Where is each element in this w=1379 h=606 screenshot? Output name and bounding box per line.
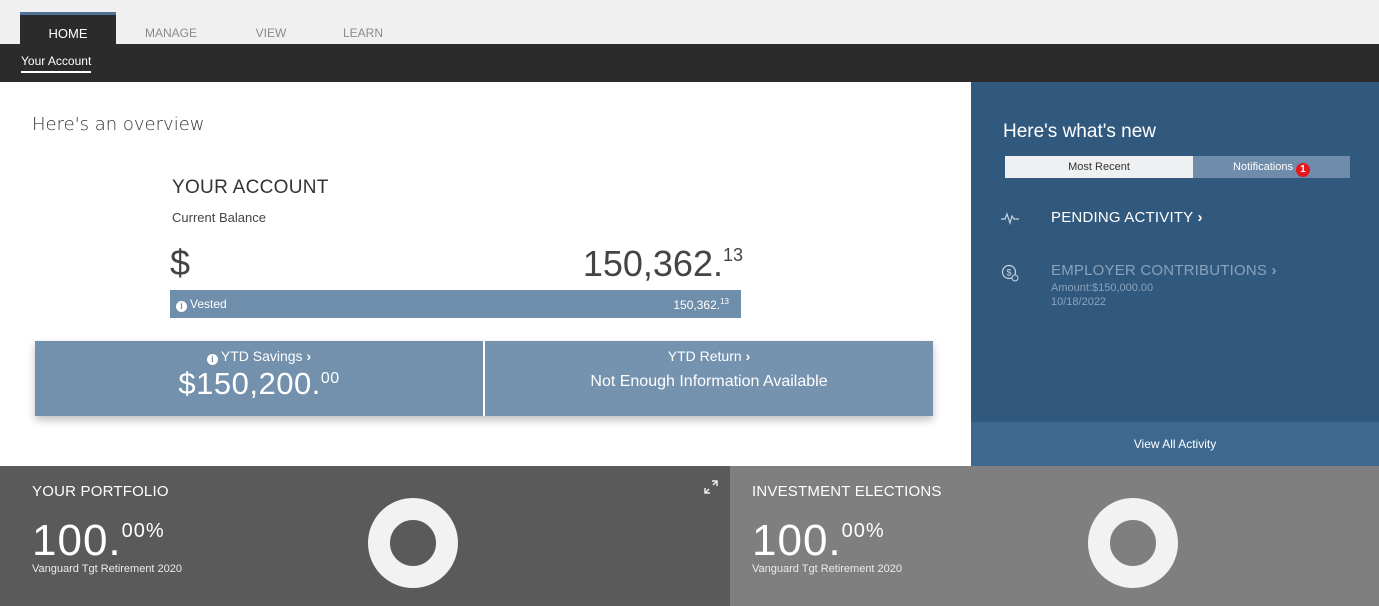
- tab-notifications[interactable]: Notifications 1: [1193, 156, 1350, 178]
- vested-cents: 13: [720, 297, 729, 306]
- balance-cents: 13: [722, 245, 743, 265]
- ytd-savings-cents: 00: [320, 370, 340, 387]
- pulse-icon: [1001, 211, 1019, 228]
- ytd-savings-caption: i YTD Savings ›: [35, 348, 483, 365]
- whats-new-panel: Here's what's new Most Recent Notificati…: [971, 82, 1379, 466]
- ytd-return-caption: YTD Return ›: [485, 348, 933, 364]
- chevron-right-icon: ›: [745, 348, 751, 364]
- elections-fund-name: Vanguard Tgt Retirement 2020: [752, 563, 903, 575]
- overview-title: Here's an overview: [32, 114, 205, 135]
- ytd-return-value: Not Enough Information Available: [590, 373, 828, 390]
- expand-icon[interactable]: [704, 480, 718, 497]
- dollar-coin-icon: $: [1001, 264, 1019, 285]
- ytd-savings-label: YTD Savings: [220, 348, 303, 364]
- elections-pct-main: 100.: [752, 516, 842, 565]
- pending-activity-text: PENDING ACTIVITY: [1051, 209, 1194, 226]
- ytd-savings-value: $150,200.00: [35, 366, 483, 402]
- notification-badge: 1: [1295, 163, 1310, 177]
- tab-view[interactable]: VIEW: [226, 15, 316, 44]
- employer-contributions-label: EMPLOYER CONTRIBUTIONS ›: [1051, 262, 1277, 279]
- currency-symbol: $: [170, 242, 191, 283]
- ytd-savings-main: $150,200.: [178, 366, 321, 401]
- chevron-right-icon: ›: [1271, 262, 1277, 279]
- employer-date: 10/18/2022: [1051, 296, 1107, 308]
- elections-pct-decimal: 00%: [841, 520, 885, 542]
- pending-activity-item[interactable]: PENDING ACTIVITY ›: [971, 209, 1379, 239]
- vested-label: Vested: [190, 297, 227, 311]
- whats-new-title: Here's what's new: [1003, 121, 1156, 142]
- view-all-activity-button[interactable]: View All Activity: [971, 422, 1379, 466]
- elections-title: INVESTMENT ELECTIONS: [752, 483, 942, 500]
- chevron-right-icon: ›: [306, 348, 312, 364]
- ytd-panel: i YTD Savings › $150,200.00 YTD Return › …: [35, 341, 933, 416]
- ytd-return-card[interactable]: YTD Return › Not Enough Information Avai…: [485, 341, 933, 416]
- info-icon[interactable]: i: [206, 354, 218, 365]
- activity-toggle: Most Recent Notifications 1: [1005, 156, 1350, 178]
- portfolio-donut-chart: [368, 498, 458, 588]
- tab-manage[interactable]: MANAGE: [126, 15, 216, 44]
- balance-main: 150,362.: [582, 243, 723, 284]
- ytd-return-label: YTD Return: [667, 348, 742, 364]
- employer-amount: Amount:$150,000.00: [1051, 282, 1154, 294]
- vested-main: 150,362.: [673, 298, 721, 312]
- portfolio-percent: 100.00%: [32, 516, 165, 566]
- tab-learn[interactable]: LEARN: [318, 15, 408, 44]
- ytd-savings-card[interactable]: i YTD Savings › $150,200.00: [35, 341, 483, 416]
- elections-percent: 100.00%: [752, 516, 885, 566]
- account-title: YOUR ACCOUNT: [172, 177, 329, 198]
- top-nav: HOME MANAGE VIEW LEARN: [0, 0, 1379, 47]
- sub-nav: Your Account: [0, 44, 1379, 82]
- subnav-your-account[interactable]: Your Account: [21, 54, 92, 73]
- portfolio-pct-main: 100.: [32, 516, 122, 565]
- investment-elections-card[interactable]: INVESTMENT ELECTIONS 100.00% Vanguard Tg…: [730, 466, 1379, 606]
- portfolio-title: YOUR PORTFOLIO: [32, 483, 169, 500]
- portfolio-pct-decimal: 00%: [121, 520, 165, 542]
- notifications-label: Notifications: [1233, 161, 1293, 173]
- employer-contributions-item[interactable]: $ EMPLOYER CONTRIBUTIONS › Amount:$150,0…: [971, 262, 1379, 322]
- current-balance-label: Current Balance: [172, 210, 266, 225]
- svg-text:$: $: [1006, 268, 1011, 278]
- vested-bar: i Vested 150,362.13: [170, 290, 741, 318]
- pending-activity-label: PENDING ACTIVITY ›: [1051, 209, 1203, 226]
- chevron-right-icon: ›: [1197, 209, 1203, 226]
- vested-label-wrap: i Vested: [176, 297, 227, 312]
- portfolio-card[interactable]: YOUR PORTFOLIO 100.00% Vanguard Tgt Reti…: [0, 466, 730, 606]
- vested-value: 150,362.13: [673, 297, 729, 312]
- current-balance: 150,362.13: [583, 243, 743, 285]
- info-icon[interactable]: i: [176, 301, 187, 312]
- portfolio-fund-name: Vanguard Tgt Retirement 2020: [32, 563, 183, 575]
- employer-contributions-text: EMPLOYER CONTRIBUTIONS: [1051, 262, 1268, 279]
- tab-most-recent[interactable]: Most Recent: [1005, 156, 1193, 178]
- tab-home[interactable]: HOME: [20, 12, 116, 47]
- elections-donut-chart: [1088, 498, 1178, 588]
